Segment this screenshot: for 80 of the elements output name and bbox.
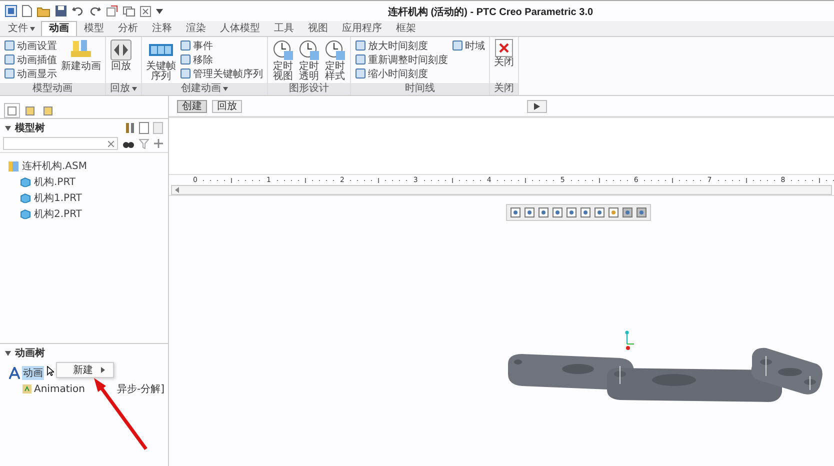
arrows-icon	[110, 39, 132, 61]
ribbon-tab[interactable]: 模型	[77, 22, 111, 36]
play-button[interactable]	[526, 100, 546, 112]
scroll-left-icon[interactable]	[175, 187, 179, 193]
ribbon-tab[interactable]: 注释	[145, 22, 179, 36]
filter-icon[interactable]	[139, 138, 149, 148]
panel-title: 模型树	[15, 122, 45, 135]
clear-icon[interactable]	[108, 140, 114, 146]
letter-a-icon	[9, 367, 20, 379]
group-label: 时间线	[351, 83, 489, 95]
submenu-arrow-icon	[101, 367, 105, 373]
ribbon-button[interactable]: 事件	[180, 39, 263, 52]
menu-item[interactable]: 新建	[61, 363, 109, 377]
part-icon	[20, 193, 31, 203]
caret-icon[interactable]	[132, 87, 137, 91]
close-window-icon[interactable]	[140, 6, 151, 16]
collapse-icon[interactable]	[5, 126, 11, 130]
ribbon-button[interactable]: 放大时间刻度	[355, 39, 448, 52]
tree-item[interactable]: 机构1.PRT	[34, 191, 82, 205]
document-icon[interactable]	[139, 122, 149, 134]
search-field[interactable]	[3, 137, 118, 150]
ribbon-tab[interactable]: 应用程序	[335, 22, 389, 36]
window-title: 连杆机构 (活动的) - PTC Creo Parametric 3.0	[388, 6, 594, 19]
save-icon[interactable]	[55, 5, 67, 17]
tree-item[interactable]: 异步-分解]	[116, 382, 164, 396]
collapse-icon[interactable]	[5, 350, 11, 356]
windows-icon[interactable]	[123, 5, 135, 17]
caret-icon	[30, 27, 35, 31]
add-icon[interactable]	[154, 139, 163, 148]
ribbon-button[interactable]: 重新调整时间刻度	[355, 53, 448, 66]
ribbon-button[interactable]: 缩小时间刻度	[355, 67, 448, 80]
ribbon-button[interactable]: 时域	[452, 39, 485, 52]
ribbon-button[interactable]: 定时样式	[324, 39, 346, 83]
play-icon	[534, 102, 540, 110]
ribbon-button[interactable]: 动画设置	[4, 39, 57, 52]
ribbon-button[interactable]: 动画显示	[4, 67, 57, 80]
panel-title: 动画树	[15, 346, 45, 360]
animation-item-icon	[22, 384, 32, 394]
ribbon-button[interactable]: 新建动画	[61, 39, 101, 83]
tree-item[interactable]: 机构.PRT	[34, 175, 76, 189]
tree-item[interactable]: 机构2.PRT	[34, 207, 82, 221]
ribbon-button[interactable]: 关闭	[494, 39, 514, 83]
ribbon-tab[interactable]: 分析	[111, 22, 145, 36]
timeline-button[interactable]: 回放	[212, 100, 242, 112]
group-label: 创建动画	[142, 83, 267, 95]
redo-icon[interactable]	[89, 6, 101, 16]
timeline-button[interactable]: 创建	[177, 100, 207, 112]
tree-item[interactable]: 连杆机构.ASM	[22, 159, 87, 173]
ribbon-button[interactable]: 回放	[110, 39, 132, 83]
app-icon[interactable]	[5, 5, 17, 17]
panel-tab[interactable]	[4, 103, 20, 118]
part-icon	[20, 177, 31, 187]
cursor-icon	[47, 366, 54, 376]
ribbon-tab[interactable]: 视图	[301, 22, 335, 36]
ribbon-button[interactable]: 动画插值	[4, 53, 57, 66]
settings-icon[interactable]	[125, 122, 135, 134]
new-file-icon[interactable]	[22, 5, 32, 17]
ribbon-tab[interactable]: 工具	[267, 22, 301, 36]
folder-icon[interactable]	[37, 5, 50, 17]
ribbon-button[interactable]: 移除	[180, 53, 263, 66]
ribbon-button[interactable]: 管理关键帧序列	[180, 67, 263, 80]
undo-icon[interactable]	[72, 6, 84, 16]
group-label: 回放	[106, 83, 141, 95]
scrollbar[interactable]	[171, 185, 832, 195]
caret-icon[interactable]	[156, 8, 163, 14]
ribbon-tab[interactable]: 动画	[41, 21, 77, 36]
group-label: 模型动画	[0, 83, 105, 95]
part-icon	[20, 209, 31, 219]
tree-item[interactable]: Animation	[34, 384, 85, 394]
caret-icon[interactable]	[223, 87, 228, 91]
ribbon-tab[interactable]: 渲染	[179, 22, 213, 36]
ribbon-tab[interactable]: 人体模型	[213, 22, 267, 36]
tree-item[interactable]: 动画	[22, 366, 44, 380]
ribbon-tab[interactable]: 框架	[389, 22, 423, 36]
group-label: 关闭	[490, 83, 518, 95]
ribbon-button[interactable]: 定时透明	[298, 39, 320, 83]
ribbon-tab[interactable]: 文件	[2, 22, 41, 36]
group-label: 图形设计	[268, 83, 350, 95]
ribbon-button[interactable]: 定时视图	[272, 39, 294, 83]
ribbon-button[interactable]: 关键帧序列	[146, 39, 176, 83]
